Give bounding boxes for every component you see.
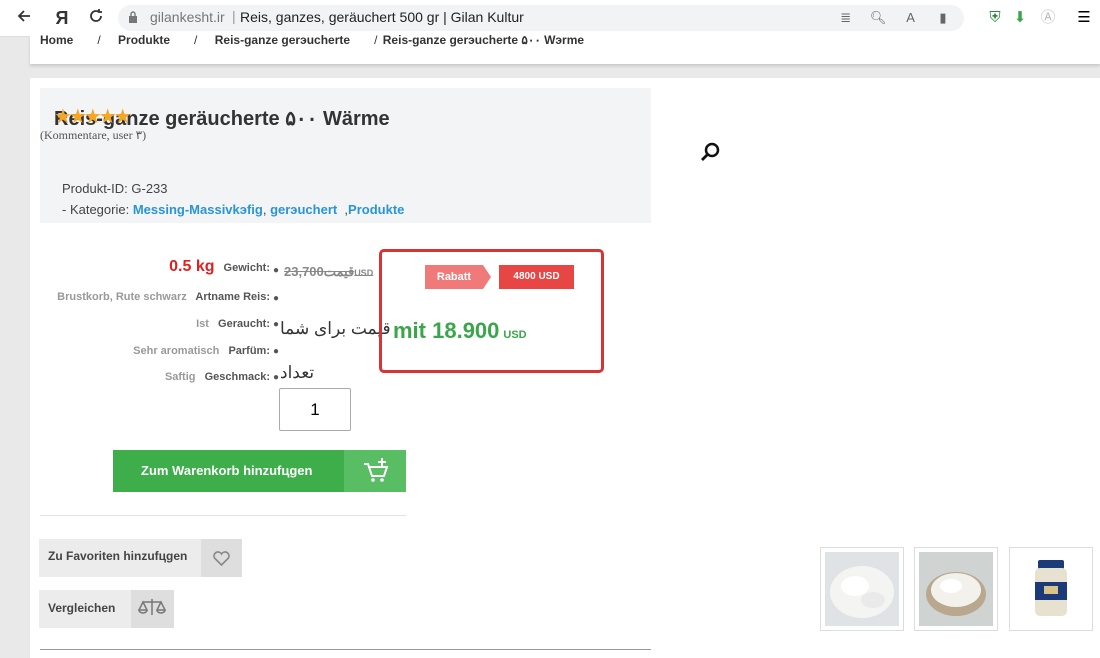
address-page-title: Reis, ganzes, geräuchert 500 gr | Gilan …	[240, 9, 524, 25]
attr-taste-value: Saftig	[164, 371, 196, 383]
address-domain: gilankesht.ir	[150, 9, 225, 25]
download-icon[interactable]: ⬇	[1008, 6, 1032, 30]
product-id-value: G-233	[131, 181, 168, 196]
discount-badge: 4800 USD	[499, 265, 574, 289]
attr-weight-label: Gewicht:	[223, 262, 270, 274]
bullet: ●	[273, 265, 280, 276]
product-page: Reis-ganze geräucherte ۵۰۰ Wärme ★★★★★ (…	[30, 78, 1100, 658]
extension-shield-icon[interactable]: ⛨	[983, 6, 1007, 30]
cart-plus-icon	[344, 450, 406, 492]
breadcrumb-home[interactable]: Home	[40, 33, 73, 47]
quantity-input[interactable]	[279, 388, 351, 431]
yandex-logo[interactable]: Я	[50, 6, 74, 30]
attr-weight-value: 0.5 kg	[169, 258, 215, 275]
old-price-currency: USD	[354, 268, 374, 278]
attr-smoked-label: Geraucht:	[218, 318, 270, 330]
attr-taste: Saftig Geschmack:	[165, 371, 270, 383]
new-price: mit 18.900 USD	[393, 318, 527, 344]
rice-bowl-image	[919, 552, 993, 626]
address-bar[interactable]: gilankesht.ir | Reis, ganzes, geräuchert…	[118, 5, 964, 31]
product-categories: - Kategorie: Messing-Massivkэfig, gerэuc…	[62, 202, 405, 217]
scale-icon	[131, 590, 174, 628]
breadcrumb-category[interactable]: Reis-ganze gerэucherte	[215, 33, 350, 47]
account-icon[interactable]: Ⓐ	[1036, 6, 1060, 30]
attr-variety-value: Brustkorb, Rute schwarz	[57, 291, 187, 303]
browser-toolbar: Я gilankesht.ir | Reis, ganzes, geräuche…	[0, 0, 1100, 37]
translate-icon[interactable]: A	[900, 9, 922, 27]
old-price-value: 23,700	[284, 264, 324, 279]
bullet: ●	[273, 346, 280, 357]
attr-taste-label: Geschmack:	[204, 371, 270, 383]
reader-mode-icon[interactable]: ≣	[835, 9, 857, 27]
lock-icon	[129, 11, 137, 23]
bullet: ●	[273, 293, 280, 304]
quantity-label: تعداد	[280, 363, 315, 382]
attr-weight: 0.5 kg Gewicht:	[169, 258, 270, 276]
attr-perfume-value: Sehr aromatisch	[133, 345, 220, 357]
divider	[40, 515, 406, 516]
category-label: - Kategorie:	[62, 202, 130, 217]
category-link-3[interactable]: Produkte	[348, 202, 404, 217]
new-price-value: mit 18.900	[393, 318, 500, 343]
attr-perfume-label: Parfüm:	[228, 345, 270, 357]
attr-variety: Brustkorb, Rute schwarz Artname Reis:	[57, 291, 270, 303]
rice-jar-image	[1014, 552, 1088, 626]
category-link-1[interactable]: Messing-Massivkэfig	[133, 202, 263, 217]
compare-label: Vergleichen	[48, 601, 116, 615]
add-to-cart-label: Zum Warenkorb hinzufцgen	[141, 463, 313, 478]
rating-stars-icon: ★★★★★	[54, 106, 132, 128]
new-price-currency: USD	[503, 329, 527, 341]
product-thumbnail-3[interactable]	[1009, 547, 1093, 631]
attr-smoked-value: Ist	[196, 318, 209, 330]
category-link-2[interactable]: gerэuchert	[270, 202, 337, 217]
price-highlight-box: Rabatt 4800 USD mit 18.900 USD	[379, 249, 604, 373]
attr-perfume: Sehr aromatisch Parfüm:	[133, 345, 270, 357]
address-separator: |	[232, 8, 236, 24]
breadcrumb-current: Reis-ganze gerэucherte ۵۰۰ Wэrme	[382, 33, 585, 47]
old-price: 23,700قیمتUSD	[284, 264, 373, 280]
search-icon[interactable]	[700, 142, 720, 162]
old-price-label: قیمت	[323, 264, 355, 279]
your-price-label: قیمت برای شما	[280, 319, 391, 338]
product-thumbnail-1[interactable]	[820, 547, 904, 631]
menu-icon[interactable]: ☰	[1072, 6, 1096, 30]
compare-button[interactable]: Vergleichen	[39, 590, 174, 628]
bookmark-icon[interactable]: ▮	[932, 9, 954, 27]
favorites-label: Zu Favoriten hinzufцgen	[48, 549, 188, 563]
breadcrumb-panel: Home / Produkte / Reis-ganze gerэucherte / …	[30, 33, 1100, 64]
product-id: Produkt-ID: G-233	[62, 181, 168, 196]
add-to-cart-button[interactable]: Zum Warenkorb hinzufцgen	[113, 450, 406, 492]
breadcrumb: Home / Produkte / Reis-ganze gerэucherte / …	[40, 33, 585, 47]
zoom-icon[interactable]: 🔍︎	[867, 9, 889, 27]
product-thumbnail-2[interactable]	[914, 547, 998, 631]
divider	[40, 649, 651, 650]
reload-icon[interactable]	[84, 6, 108, 30]
add-to-favorites-button[interactable]: Zu Favoriten hinzufцgen	[39, 539, 242, 577]
rice-image	[825, 552, 899, 626]
product-header: Reis-ganze geräucherte ۵۰۰ Wärme ★★★★★ (…	[40, 88, 651, 223]
back-arrow-icon[interactable]	[12, 6, 36, 30]
review-count[interactable]: (Kommentare, user ۳)	[40, 128, 146, 143]
product-id-label: Produkt-ID:	[62, 181, 128, 196]
attr-smoked: Ist Geraucht:	[196, 318, 270, 330]
breadcrumb-produkte[interactable]: Produkte	[118, 33, 170, 47]
bullet: ●	[273, 319, 280, 330]
heart-icon	[201, 539, 242, 577]
rabatt-badge: Rabatt	[425, 265, 491, 289]
bullet: ●	[273, 372, 280, 383]
attr-variety-label: Artname Reis:	[195, 291, 270, 303]
